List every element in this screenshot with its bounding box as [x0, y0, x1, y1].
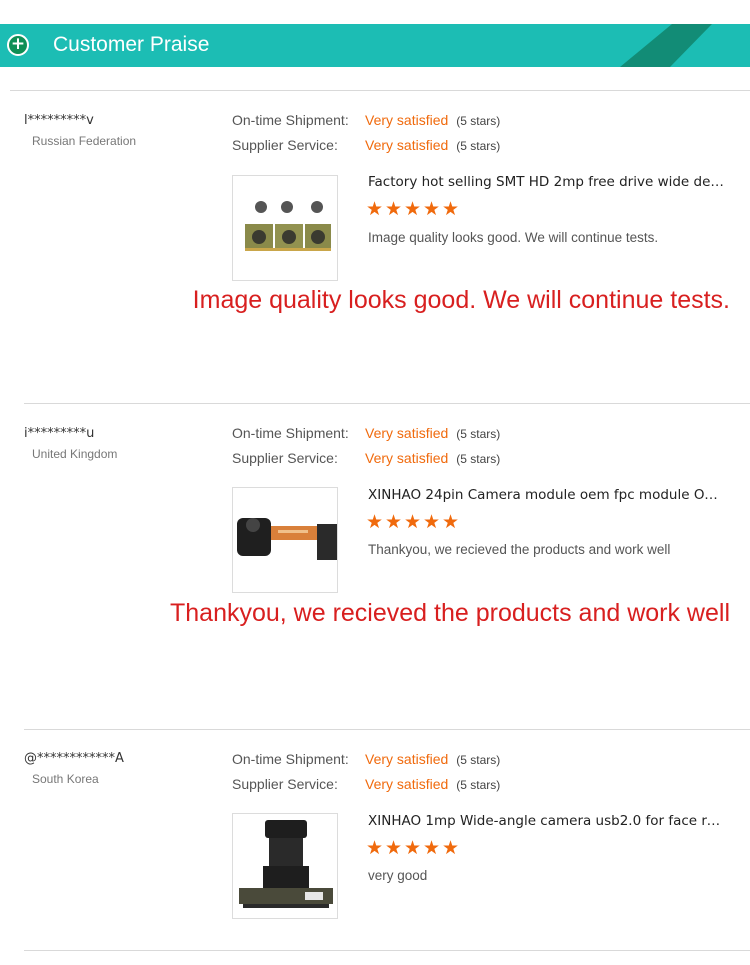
rating-value: Very satisfied	[365, 137, 449, 153]
buyer-country: Russian Federation	[32, 134, 137, 148]
rating-service: Supplier Service: Very satisfied (5 stars)	[232, 137, 500, 157]
star-icon: ★	[366, 198, 384, 220]
star-icon: ★	[423, 511, 441, 533]
plus-circle-icon[interactable]: +	[7, 34, 29, 56]
star-icon: ★	[366, 511, 384, 533]
review-divider	[24, 950, 750, 951]
rating-stars-text: (5 stars)	[456, 114, 501, 128]
product-title-link[interactable]: XINHAO 24pin Camera module oem fpc modul…	[368, 487, 724, 503]
rating-value: Very satisfied	[365, 112, 449, 128]
rating-stars-text: (5 stars)	[456, 139, 501, 153]
star-icon: ★	[442, 198, 460, 220]
rating-shipment: On-time Shipment: Very satisfied (5 stars)	[232, 751, 500, 771]
buyer-name: @************A	[24, 751, 124, 766]
rating-shipment: On-time Shipment: Very satisfied (5 stars)	[232, 112, 500, 132]
review-comment: Image quality looks good. We will contin…	[368, 230, 659, 245]
star-icon: ★	[366, 837, 384, 859]
rating-value: Very satisfied	[365, 776, 449, 792]
rating-service: Supplier Service: Very satisfied (5 stars)	[232, 450, 500, 470]
product-title-link[interactable]: Factory hot selling SMT HD 2mp free driv…	[368, 174, 724, 190]
star-icon: ★	[385, 837, 403, 859]
star-icon: ★	[442, 837, 460, 859]
review-comment-highlight: Image quality looks good. We will contin…	[192, 286, 730, 314]
star-icon: ★	[423, 198, 441, 220]
buyer-country: South Korea	[32, 772, 99, 786]
rating-label: On-time Shipment:	[232, 751, 349, 767]
product-title-link[interactable]: XINHAO 1mp Wide-angle camera usb2.0 for …	[368, 813, 724, 829]
rating-stars-text: (5 stars)	[456, 753, 501, 767]
star-icon: ★	[385, 198, 403, 220]
rating-stars-text: (5 stars)	[456, 452, 501, 466]
rating-value: Very satisfied	[365, 751, 449, 767]
review-comment-highlight: Thankyou, we recieved the products and w…	[169, 599, 730, 627]
review-comment: very good	[368, 868, 428, 883]
rating-label: On-time Shipment:	[232, 425, 349, 441]
camera-board-modules-image	[245, 201, 331, 251]
product-image[interactable]	[232, 175, 338, 281]
product-image[interactable]	[232, 487, 338, 593]
buyer-name: i*********u	[24, 426, 95, 441]
rating-shipment: On-time Shipment: Very satisfied (5 stars)	[232, 425, 500, 445]
review-divider	[24, 403, 750, 404]
review-divider	[24, 729, 750, 730]
rating-stars-text: (5 stars)	[456, 778, 501, 792]
star-icon: ★	[442, 511, 460, 533]
rating-label: Supplier Service:	[232, 776, 338, 792]
fpc-camera-module-image	[237, 518, 337, 560]
buyer-country: United Kingdom	[32, 447, 118, 461]
rating-value: Very satisfied	[365, 425, 449, 441]
usb-lens-camera-image	[239, 820, 333, 908]
star-icon: ★	[404, 198, 422, 220]
rating-label: Supplier Service:	[232, 137, 338, 153]
buyer-name: l*********v	[24, 113, 94, 128]
review-divider	[10, 90, 750, 91]
star-icon: ★	[404, 511, 422, 533]
rating-label: On-time Shipment:	[232, 112, 349, 128]
product-image[interactable]	[232, 813, 338, 919]
rating-service: Supplier Service: Very satisfied (5 stars)	[232, 776, 500, 796]
star-rating: ★ ★ ★ ★ ★	[366, 511, 460, 534]
customer-praise-header: + Customer Praise	[0, 24, 750, 67]
star-icon: ★	[423, 837, 441, 859]
rating-value: Very satisfied	[365, 450, 449, 466]
star-rating: ★ ★ ★ ★ ★	[366, 198, 460, 221]
star-rating: ★ ★ ★ ★ ★	[366, 837, 460, 860]
rating-stars-text: (5 stars)	[456, 427, 501, 441]
review-comment: Thankyou, we recieved the products and w…	[368, 542, 671, 557]
section-title: Customer Praise	[53, 33, 210, 56]
star-icon: ★	[404, 837, 422, 859]
star-icon: ★	[385, 511, 403, 533]
rating-label: Supplier Service:	[232, 450, 338, 466]
